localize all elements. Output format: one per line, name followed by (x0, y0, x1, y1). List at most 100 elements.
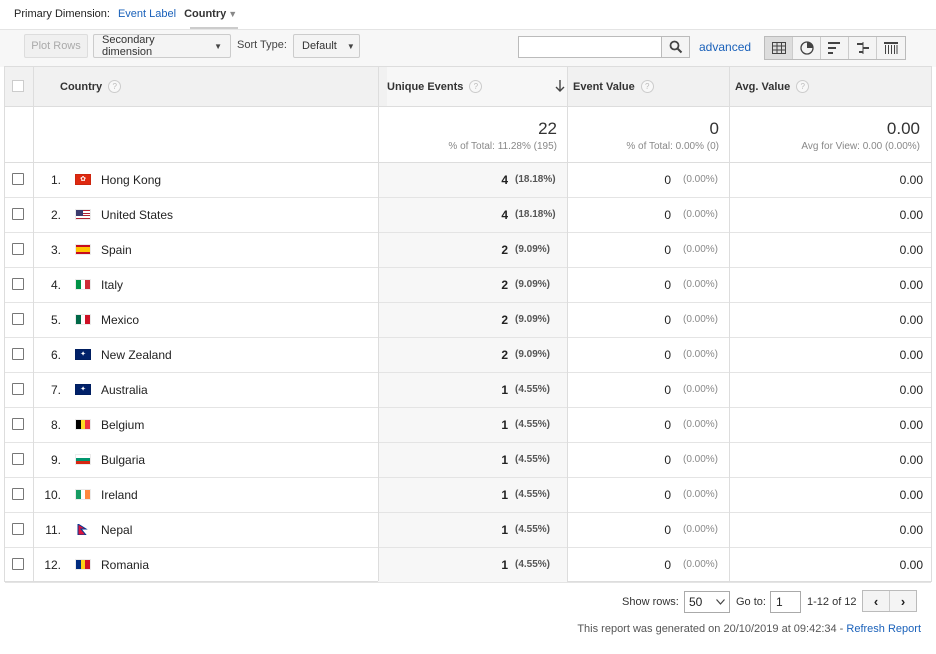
row-checkbox[interactable] (12, 418, 24, 430)
show-rows-select[interactable]: 50 (684, 591, 730, 613)
event-value: 0 (664, 453, 671, 467)
pie-view-button[interactable] (793, 37, 821, 59)
unique-events-value: 2 (501, 278, 508, 292)
search-button[interactable] (661, 36, 690, 58)
row-checkbox[interactable] (12, 278, 24, 290)
unique-events-value: 1 (501, 558, 508, 572)
avg-value: 0.00 (899, 383, 923, 397)
row-checkbox[interactable] (12, 243, 24, 255)
event-value-percent: (0.00%) (683, 384, 719, 395)
flag-icon: ✦ (75, 384, 91, 395)
event-value-percent: (0.00%) (683, 349, 719, 360)
plot-rows-button[interactable]: Plot Rows (24, 34, 88, 58)
country-name[interactable]: Australia (101, 383, 148, 397)
sort-type-value: Default (302, 40, 337, 52)
dimension-option-country-label: Country (184, 8, 227, 20)
column-header-avg-value[interactable]: Avg. Value? (735, 67, 810, 106)
pagination-range: 1-12 of 12 (807, 596, 857, 608)
help-icon[interactable]: ? (469, 80, 483, 93)
row-checkbox[interactable] (12, 558, 24, 570)
sort-type-dropdown[interactable]: Default ▼ (293, 34, 360, 58)
pivot-icon (884, 42, 898, 54)
country-name[interactable]: Mexico (101, 313, 139, 327)
country-name[interactable]: Bulgaria (101, 453, 145, 467)
event-value-percent: (0.00%) (683, 524, 719, 535)
avg-value: 0.00 (899, 348, 923, 362)
row-checkbox[interactable] (12, 523, 24, 535)
dimension-option-country[interactable]: Country ▼ (184, 8, 237, 20)
country-name[interactable]: Belgium (101, 418, 144, 432)
column-header-unique-events-label: Unique Events (387, 80, 464, 93)
column-header-country[interactable]: Country? (60, 67, 122, 106)
table-row: 7. ✦ Australia 1 (4.55%) 0 (0.00%) 0.00 (5, 373, 931, 408)
dimension-option-event-label[interactable]: Event Label (118, 8, 176, 20)
secondary-dimension-dropdown[interactable]: Secondary dimension ▼ (93, 34, 231, 58)
avg-value: 0.00 (899, 278, 923, 292)
country-name[interactable]: Romania (101, 558, 149, 572)
event-value-percent: (0.00%) (683, 454, 719, 465)
event-value-percent: (0.00%) (683, 559, 719, 570)
event-value-percent: (0.00%) (683, 419, 719, 430)
pivot-view-button[interactable] (877, 37, 905, 59)
event-value: 0 (664, 173, 671, 187)
comparison-view-button[interactable] (849, 37, 877, 59)
row-checkbox[interactable] (12, 453, 24, 465)
country-name[interactable]: Spain (101, 243, 132, 257)
totals-event-value-sub: % of Total: 0.00% (0) (626, 141, 719, 152)
country-name[interactable]: Ireland (101, 488, 138, 502)
row-checkbox[interactable] (12, 208, 24, 220)
help-icon[interactable]: ? (796, 80, 810, 93)
row-checkbox[interactable] (12, 383, 24, 395)
select-all-checkbox[interactable] (12, 80, 24, 92)
row-checkbox[interactable] (12, 173, 24, 185)
event-value: 0 (664, 348, 671, 362)
prev-page-button[interactable]: ‹ (863, 591, 890, 611)
table-search-input[interactable] (518, 36, 662, 58)
performance-view-button[interactable] (821, 37, 849, 59)
row-checkbox[interactable] (12, 348, 24, 360)
next-page-button[interactable]: › (890, 591, 916, 611)
unique-events-percent: (4.55%) (515, 524, 551, 535)
help-icon[interactable]: ? (108, 80, 122, 93)
table-view-button[interactable] (765, 37, 793, 59)
totals-avg-value-value: 0.00 (886, 119, 920, 138)
country-name[interactable]: Nepal (101, 523, 132, 537)
avg-value: 0.00 (899, 488, 923, 502)
goto-input[interactable]: 1 (770, 591, 801, 613)
unique-events-percent: (9.09%) (515, 349, 551, 360)
unique-events-percent: (4.55%) (515, 489, 551, 500)
unique-events-value: 4 (501, 173, 508, 187)
help-icon[interactable]: ? (640, 80, 654, 93)
table-row: 3. Spain 2 (9.09%) 0 (0.00%) 0.00 (5, 233, 931, 268)
avg-value: 0.00 (899, 208, 923, 222)
unique-events-percent: (4.55%) (515, 419, 551, 430)
arrow-down-icon (555, 80, 565, 92)
avg-value: 0.00 (899, 523, 923, 537)
secondary-dimension-label: Secondary dimension (102, 34, 155, 58)
row-checkbox[interactable] (12, 313, 24, 325)
search-icon (669, 40, 682, 54)
country-name[interactable]: Hong Kong (101, 173, 161, 187)
flag-icon (75, 314, 91, 325)
country-name[interactable]: Italy (101, 278, 123, 292)
avg-value: 0.00 (899, 418, 923, 432)
column-header-unique-events[interactable]: Unique Events? (387, 67, 567, 106)
table-row: 12. Romania 1 (4.55%) 0 (0.00%) 0.00 (5, 548, 931, 583)
unique-events-percent: (9.09%) (515, 314, 551, 325)
row-checkbox[interactable] (12, 488, 24, 500)
refresh-report-link[interactable]: Refresh Report (846, 623, 921, 635)
country-name[interactable]: United States (101, 208, 173, 222)
unique-events-percent: (9.09%) (515, 279, 551, 290)
advanced-filter-link[interactable]: advanced (699, 40, 751, 54)
column-header-event-value[interactable]: Event Value? (573, 67, 654, 106)
comparison-icon (856, 42, 869, 54)
column-header-country-label: Country (60, 80, 103, 93)
chevron-down-icon (716, 599, 725, 605)
event-value-percent: (0.00%) (683, 209, 719, 220)
unique-events-percent: (9.09%) (515, 244, 551, 255)
caret-down-icon: ▼ (228, 9, 238, 19)
country-name[interactable]: New Zealand (101, 348, 172, 362)
event-value: 0 (664, 558, 671, 572)
unique-events-value: 1 (501, 383, 508, 397)
avg-value: 0.00 (899, 173, 923, 187)
